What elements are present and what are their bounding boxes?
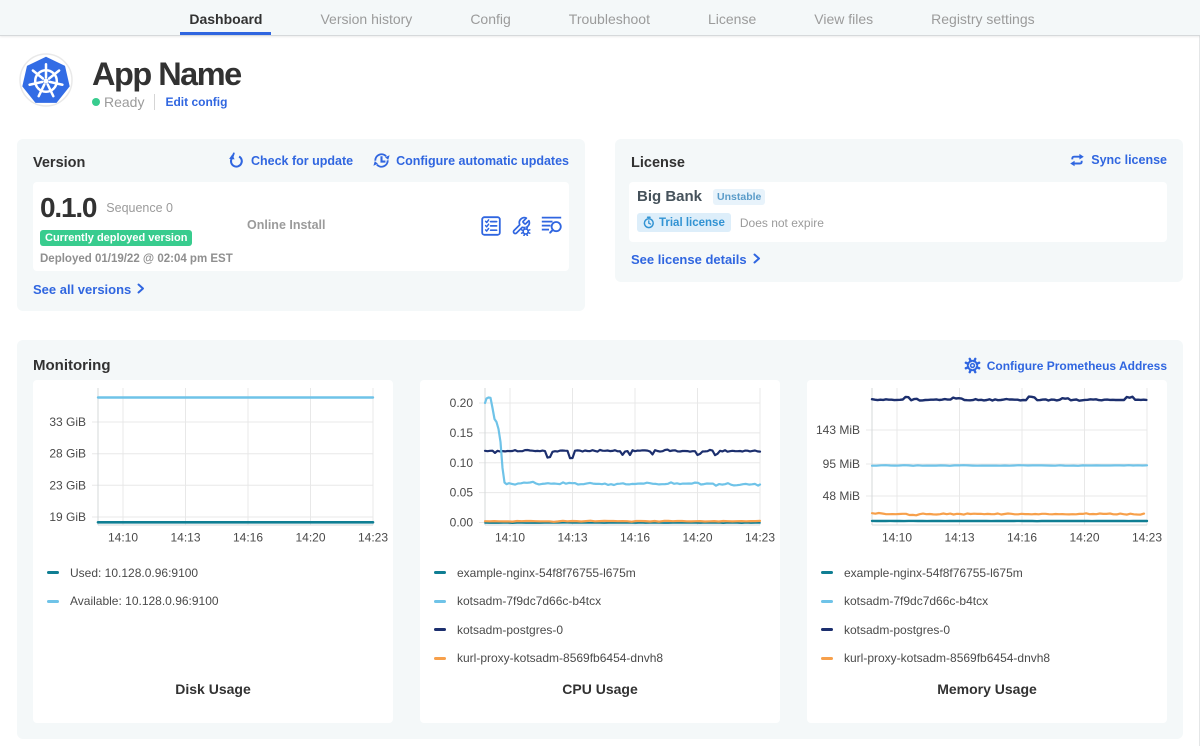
svg-text:95 MiB: 95 MiB [823,457,860,471]
svg-text:14:23: 14:23 [1132,531,1162,545]
svg-text:14:10: 14:10 [495,531,525,545]
svg-text:48 MiB: 48 MiB [823,489,860,503]
svg-text:14:23: 14:23 [358,531,388,545]
svg-text:14:20: 14:20 [682,531,712,545]
svg-text:14:16: 14:16 [233,531,263,545]
svg-text:14:13: 14:13 [170,531,200,545]
svg-text:14:13: 14:13 [557,531,587,545]
svg-text:14:10: 14:10 [108,531,138,545]
svg-text:0.15: 0.15 [450,426,474,440]
svg-text:14:20: 14:20 [295,531,325,545]
svg-text:19 GiB: 19 GiB [49,510,86,524]
svg-text:28 GiB: 28 GiB [49,447,86,461]
svg-text:14:16: 14:16 [620,531,650,545]
svg-text:143 MiB: 143 MiB [816,423,860,437]
svg-text:0.10: 0.10 [450,456,474,470]
svg-text:23 GiB: 23 GiB [49,478,86,492]
svg-text:14:10: 14:10 [882,531,912,545]
svg-text:0.05: 0.05 [450,486,474,500]
svg-text:0.00: 0.00 [450,516,474,530]
svg-text:14:13: 14:13 [944,531,974,545]
svg-text:33 GiB: 33 GiB [49,415,86,429]
svg-text:0.20: 0.20 [450,396,474,410]
svg-text:14:20: 14:20 [1069,531,1099,545]
svg-text:14:23: 14:23 [745,531,775,545]
svg-text:14:16: 14:16 [1007,531,1037,545]
